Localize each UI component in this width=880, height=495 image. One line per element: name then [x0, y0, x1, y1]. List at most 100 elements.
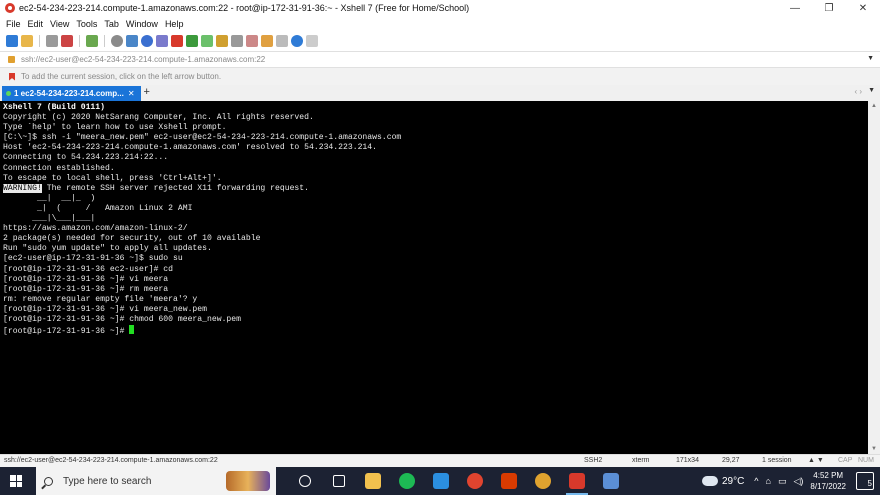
terminal-line-text: https://aws.amazon.com/amazon-linux-2/: [3, 224, 188, 234]
notes-icon: [603, 473, 619, 489]
weather-widget[interactable]: 29°C: [699, 472, 744, 487]
xmanager-icon[interactable]: [186, 35, 198, 47]
terminal-line: [root@ip-172-31-91-36 ec2-user]# cd: [3, 265, 865, 275]
taskbar-search[interactable]: Type here to search: [36, 467, 276, 495]
terminal-line: rm: remove regular empty file 'meera'? y: [3, 295, 865, 305]
add-tab-button[interactable]: +: [144, 86, 150, 101]
menu-tools[interactable]: Tools: [76, 19, 97, 29]
lock-icon: [8, 56, 15, 63]
taskbar-app-notes[interactable]: [594, 467, 628, 495]
spotify-icon: [399, 473, 415, 489]
menu-window[interactable]: Window: [126, 19, 158, 29]
globe-icon[interactable]: [141, 35, 153, 47]
lock-icon[interactable]: [216, 35, 228, 47]
minimize-button[interactable]: —: [778, 0, 812, 16]
title-bar: ec2-54-234-223-214.compute-1.amazonaws.c…: [0, 0, 880, 16]
taskbar-clock[interactable]: 4:52 PM 8/17/2022: [810, 470, 846, 492]
layout-icon[interactable]: [276, 35, 288, 47]
font-icon[interactable]: [156, 35, 168, 47]
show-hidden-icons-icon[interactable]: ^: [754, 476, 758, 486]
taskbar-app-spotify[interactable]: [390, 467, 424, 495]
terminal-line-text: [root@ip-172-31-91-36 ~]# vi meera: [3, 274, 169, 284]
chat-icon[interactable]: [306, 35, 318, 47]
scroll-down-icon[interactable]: ▼: [868, 444, 880, 454]
tab-list-dropdown[interactable]: ▼: [868, 87, 875, 94]
terminal-scrollbar[interactable]: ▲ ▼: [868, 101, 880, 454]
terminal-line: [root@ip-172-31-91-36 ~]# chmod 600 meer…: [3, 315, 865, 325]
status-bar: ssh://ec2-user@ec2-54-234-223-214.comput…: [0, 454, 880, 467]
menu-help[interactable]: Help: [165, 19, 184, 29]
close-tab-icon[interactable]: ✕: [128, 89, 135, 98]
terminal-line-text: [root@ip-172-31-91-36 ~]# chmod 600 meer…: [3, 314, 241, 324]
terminal-line: [root@ip-172-31-91-36 ~]#: [3, 325, 865, 337]
terminal-line-text: _| ( / Amazon Linux 2 AMI: [3, 203, 193, 213]
terminal-line: Xshell 7 (Build 0111): [3, 103, 865, 113]
toolbar-separator: [39, 35, 40, 47]
tab-session-1[interactable]: 1 ec2-54-234-223-214.comp... ✕: [2, 86, 141, 101]
toolbar-separator: [79, 35, 80, 47]
file-explorer-icon: [365, 473, 381, 489]
xftp-icon[interactable]: [171, 35, 183, 47]
address-value[interactable]: ssh://ec2-user@ec2-54-234-223-214.comput…: [21, 55, 265, 64]
search-icon[interactable]: [111, 35, 123, 47]
terminal-line-text: [root@ip-172-31-91-36 ~]# rm meera: [3, 284, 169, 294]
widgets-icon: [333, 475, 345, 487]
menu-file[interactable]: File: [6, 19, 21, 29]
bookmark-icon[interactable]: [9, 72, 15, 81]
taskbar-app-task-view[interactable]: [288, 467, 322, 495]
disconnect-icon[interactable]: [61, 35, 73, 47]
taskbar-app-office[interactable]: [492, 467, 526, 495]
open-folder-icon[interactable]: [21, 35, 33, 47]
terminal-line-text: Copyright (c) 2020 NetSarang Computer, I…: [3, 113, 314, 123]
status-num: NUM: [858, 457, 874, 464]
terminal-cursor: [129, 325, 135, 335]
status-caps: CAP: [838, 457, 853, 464]
transfer-icon[interactable]: [261, 35, 273, 47]
tab-scroll-arrows[interactable]: ‹ ›: [854, 87, 862, 96]
properties-icon[interactable]: [126, 35, 138, 47]
maximize-button[interactable]: ❐: [812, 0, 846, 16]
taskbar-app-vscode[interactable]: [424, 467, 458, 495]
menu-view[interactable]: View: [50, 19, 69, 29]
xshell-icon: [569, 473, 585, 489]
menu-tab[interactable]: Tab: [104, 19, 119, 29]
taskbar-app-widgets[interactable]: [322, 467, 356, 495]
status-terminal-type: xterm: [632, 457, 650, 464]
clock-time: 4:52 PM: [813, 471, 844, 480]
chevron-down-icon[interactable]: ▼: [867, 55, 874, 62]
taskbar-app-chrome[interactable]: [458, 467, 492, 495]
search-icon: [44, 476, 53, 486]
script-icon[interactable]: [246, 35, 258, 47]
terminal-line-text: Connection established.: [3, 163, 115, 173]
windows-start-icon[interactable]: [10, 475, 22, 487]
terminal-line: Connection established.: [3, 164, 865, 174]
terminal-line: _| ( / Amazon Linux 2 AMI: [3, 204, 865, 214]
battery-icon[interactable]: ▭: [778, 476, 787, 487]
taskbar-app-file-explorer[interactable]: [356, 467, 390, 495]
help-icon[interactable]: [291, 35, 303, 47]
terminal-line: [C:\~]$ ssh -i "meera_new.pem" ec2-user@…: [3, 133, 865, 143]
terminal-line-text: [ec2-user@ip-172-31-91-36 ~]$ sudo su: [3, 254, 183, 264]
fullscreen-icon[interactable]: [201, 35, 213, 47]
address-bar[interactable]: ssh://ec2-user@ec2-54-234-223-214.comput…: [0, 51, 880, 68]
new-session-icon[interactable]: [6, 35, 18, 47]
taskbar-app-chrome-alt[interactable]: [526, 467, 560, 495]
session-arrows-icon[interactable]: ▲ ▼: [808, 457, 824, 464]
input-method-icon[interactable]: ⌂: [766, 476, 771, 486]
close-button[interactable]: ✕: [846, 0, 880, 16]
status-size: 171x34: [676, 457, 699, 464]
keyboard-icon[interactable]: [231, 35, 243, 47]
search-highlight-image[interactable]: [226, 471, 270, 491]
notification-center-icon[interactable]: 5: [856, 472, 874, 490]
terminal-output[interactable]: Xshell 7 (Build 0111) Copyright (c) 2020 …: [0, 101, 868, 454]
terminal-line: [root@ip-172-31-91-36 ~]# vi meera: [3, 275, 865, 285]
windows-taskbar: Type here to search 29°C ^ ⌂ ▭ ◁) 4:52 P…: [0, 467, 880, 495]
terminal-line-text: [root@ip-172-31-91-36 ~]# vi meera_new.p…: [3, 304, 207, 314]
reconnect-icon[interactable]: [86, 35, 98, 47]
scroll-up-icon[interactable]: ▲: [868, 101, 880, 111]
terminal-line: Type `help' to learn how to use Xshell p…: [3, 123, 865, 133]
connect-icon[interactable]: [46, 35, 58, 47]
taskbar-app-xshell[interactable]: [560, 467, 594, 495]
menu-edit[interactable]: Edit: [28, 19, 44, 29]
volume-icon[interactable]: ◁): [793, 476, 803, 487]
